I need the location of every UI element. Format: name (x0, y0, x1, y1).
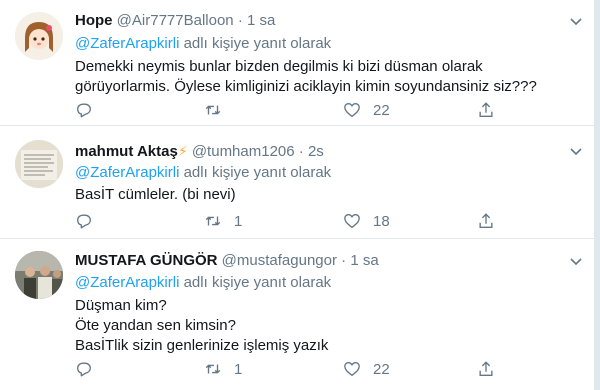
reply-button[interactable] (75, 359, 93, 379)
timestamp[interactable]: 1 sa (247, 12, 275, 29)
display-name[interactable]: mahmut Aktaş (75, 143, 178, 160)
mention-link[interactable]: @ZaferArapkirli (75, 164, 179, 181)
chevron-down-icon[interactable] (568, 13, 584, 29)
like-button[interactable]: 22 (343, 359, 390, 379)
share-button[interactable] (477, 211, 495, 231)
retweet-icon (205, 105, 221, 115)
tweet-actions: 1 18 (75, 211, 515, 231)
retweet-button[interactable] (204, 100, 234, 120)
tweet-header: mahmut Aktaş⚡ @tumham1206 · 2s (75, 141, 324, 162)
reply-context-suffix: adlı kişiye yanıt olarak (179, 35, 332, 52)
retweet-button[interactable]: 1 (204, 359, 242, 379)
separator-dot: · (298, 143, 304, 160)
user-handle[interactable]: @tumham1206 (192, 143, 295, 160)
tweet-header: MUSTAFA GÜNGÖR @mustafagungor · 1 sa (75, 251, 379, 271)
reply-context: @ZaferArapkirli adlı kişiye yanıt olarak (75, 34, 331, 54)
tweet-3[interactable]: MUSTAFA GÜNGÖR @mustafagungor · 1 sa @Za… (0, 239, 594, 390)
retweet-count: 1 (234, 212, 243, 230)
like-icon (344, 362, 360, 376)
share-button[interactable] (477, 100, 495, 120)
tweet-text: Demekki neymis bunlar bizden degilmis ki… (75, 57, 575, 97)
lightning-emoji: ⚡ (177, 143, 188, 159)
chevron-down-icon[interactable] (568, 143, 584, 159)
separator-dot: · (341, 252, 347, 269)
tweet-actions: 1 22 (75, 359, 515, 379)
like-count: 18 (373, 212, 390, 230)
reply-icon (77, 214, 91, 229)
tweet-1[interactable]: Hope @Air7777Balloon · 1 sa @ZaferArapki… (0, 0, 594, 126)
separator-dot: · (237, 12, 243, 29)
reply-context-suffix: adlı kişiye yanıt olarak (179, 164, 332, 181)
avatar-group-photo-image (15, 251, 63, 299)
tweet-text-line: görüyorlarmis. Öylese kimliginizi acikla… (75, 78, 537, 95)
retweet-count: 1 (234, 360, 243, 378)
like-button[interactable]: 22 (343, 100, 390, 120)
tweet-text-line: Demekki neymis bunlar bizden degilmis ki… (75, 58, 483, 75)
mention-link[interactable]: @ZaferArapkirli (75, 274, 179, 291)
reply-button[interactable] (75, 211, 93, 231)
chevron-down-icon[interactable] (568, 253, 584, 269)
avatar[interactable] (15, 12, 63, 60)
tweet-text-line: Düşman kim? (75, 297, 167, 314)
avatar-cartoon-girl-image (15, 12, 63, 60)
reply-context: @ZaferArapkirli adlı kişiye yanıt olarak (75, 273, 331, 293)
retweet-button[interactable]: 1 (204, 211, 242, 231)
share-button[interactable] (477, 359, 495, 379)
like-icon (344, 214, 360, 228)
timestamp[interactable]: 1 sa (350, 252, 378, 269)
like-count: 22 (373, 360, 390, 378)
display-name[interactable]: MUSTAFA GÜNGÖR (75, 252, 218, 269)
reply-button[interactable] (75, 100, 93, 120)
user-handle[interactable]: @Air7777Balloon (117, 12, 234, 29)
timestamp[interactable]: 2s (308, 143, 324, 160)
right-edge-divider (594, 0, 600, 390)
tweet-text-line: BasİTlik sizin genlerinize işlemiş yazık (75, 337, 329, 354)
tweet-text-line: Öte yandan sen kimsin? (75, 317, 236, 334)
reply-icon (77, 103, 91, 118)
tweet-text: Düşman kim? Öte yandan sen kimsin? BasİT… (75, 296, 575, 356)
reply-context: @ZaferArapkirli adlı kişiye yanıt olarak (75, 163, 331, 183)
like-icon (344, 103, 360, 117)
share-icon (479, 213, 493, 228)
user-handle[interactable]: @mustafagungor (222, 252, 337, 269)
avatar[interactable] (15, 140, 63, 188)
share-icon (479, 361, 493, 376)
like-count: 22 (373, 101, 390, 119)
share-icon (479, 102, 493, 117)
avatar[interactable] (15, 251, 63, 299)
tweet-text: BasİT cümleler. (bi nevi) (75, 185, 575, 205)
mention-link[interactable]: @ZaferArapkirli (75, 35, 179, 52)
like-button[interactable]: 18 (343, 211, 390, 231)
retweet-icon (205, 364, 221, 374)
avatar-handwritten-note-image (15, 140, 63, 188)
retweet-icon (205, 216, 221, 226)
display-name[interactable]: Hope (75, 12, 113, 29)
reply-context-suffix: adlı kişiye yanıt olarak (179, 274, 332, 291)
tweet-text-line: BasİT cümleler. (bi nevi) (75, 186, 236, 203)
tweet-header: Hope @Air7777Balloon · 1 sa (75, 11, 275, 31)
reply-icon (77, 362, 91, 377)
tweet-actions: 22 (75, 100, 515, 120)
tweet-2[interactable]: mahmut Aktaş⚡ @tumham1206 · 2s @ZaferAra… (0, 126, 594, 239)
